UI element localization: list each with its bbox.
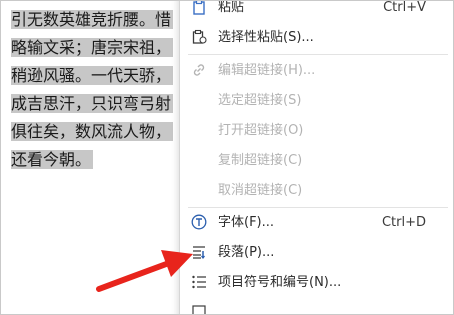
menu-item-label: 字体(F)... bbox=[218, 215, 275, 230]
menu-item-shortcut: Ctrl+D bbox=[381, 215, 426, 230]
menu-item-partial[interactable] bbox=[180, 298, 453, 314]
menu-item-paste[interactable]: 粘贴 Ctrl+V bbox=[180, 0, 453, 22]
menu-item-label: 选择性粘贴(S)... bbox=[218, 30, 314, 45]
partial-item-icon bbox=[190, 304, 208, 314]
selected-text[interactable]: 成吉思汗，只识弯弓射 bbox=[11, 94, 174, 113]
selected-text[interactable]: 引无数英雄竞折腰。惜 bbox=[11, 10, 174, 29]
menu-item-shortcut: Ctrl+V bbox=[383, 0, 426, 15]
font-icon bbox=[190, 214, 208, 232]
menu-item-label: 选定超链接(S) bbox=[218, 93, 302, 108]
menu-item-label: 粘贴 bbox=[218, 0, 245, 15]
menu-item-edit-hyperlink[interactable]: 编辑超链接(H)... bbox=[180, 56, 453, 85]
menu-item-font[interactable]: 字体(F)... Ctrl+D bbox=[180, 208, 453, 237]
paste-special-icon bbox=[190, 29, 208, 47]
menu-item-copy-hyperlink[interactable]: 复制超链接(C) bbox=[180, 146, 453, 175]
screen: 引无数英雄竞折腰。惜 略输文采；唐宗宋祖， 稍逊风骚。一代天骄， 成吉思汗，只识… bbox=[0, 0, 454, 315]
menu-item-label: 段落(P)... bbox=[218, 245, 275, 260]
menu-item-open-hyperlink[interactable]: 打开超链接(O) bbox=[180, 116, 453, 145]
menu-item-label: 编辑超链接(H)... bbox=[218, 63, 316, 78]
context-menu: 粘贴 Ctrl+V 选择性粘贴(S)... 编辑超链接(H)... 选定超链接(… bbox=[179, 0, 453, 314]
menu-item-select-hyperlink[interactable]: 选定超链接(S) bbox=[180, 86, 453, 115]
selected-text[interactable]: 还看今朝。 bbox=[11, 150, 94, 169]
menu-item-label: 打开超链接(O) bbox=[218, 123, 304, 138]
bullet-list-icon bbox=[190, 274, 208, 292]
menu-item-label: 复制超链接(C) bbox=[218, 153, 303, 168]
selected-text[interactable]: 俱往矣，数风流人物， bbox=[11, 122, 174, 141]
menu-item-remove-hyperlink[interactable]: 取消超链接(C) bbox=[180, 176, 453, 205]
menu-item-bullets-numbering[interactable]: 项目符号和编号(N)... bbox=[180, 268, 453, 297]
menu-item-paragraph[interactable]: 段落(P)... bbox=[180, 238, 453, 267]
menu-item-paste-special[interactable]: 选择性粘贴(S)... bbox=[180, 23, 453, 52]
selected-text[interactable]: 稍逊风骚。一代天骄， bbox=[11, 66, 174, 85]
paragraph-icon bbox=[190, 244, 208, 262]
menu-separator bbox=[188, 54, 448, 55]
selected-text[interactable]: 略输文采；唐宗宋祖， bbox=[11, 38, 174, 57]
menu-item-label: 取消超链接(C) bbox=[218, 183, 303, 198]
menu-item-label: 项目符号和编号(N)... bbox=[218, 275, 342, 290]
link-icon bbox=[190, 62, 208, 80]
paste-icon bbox=[190, 1, 208, 17]
